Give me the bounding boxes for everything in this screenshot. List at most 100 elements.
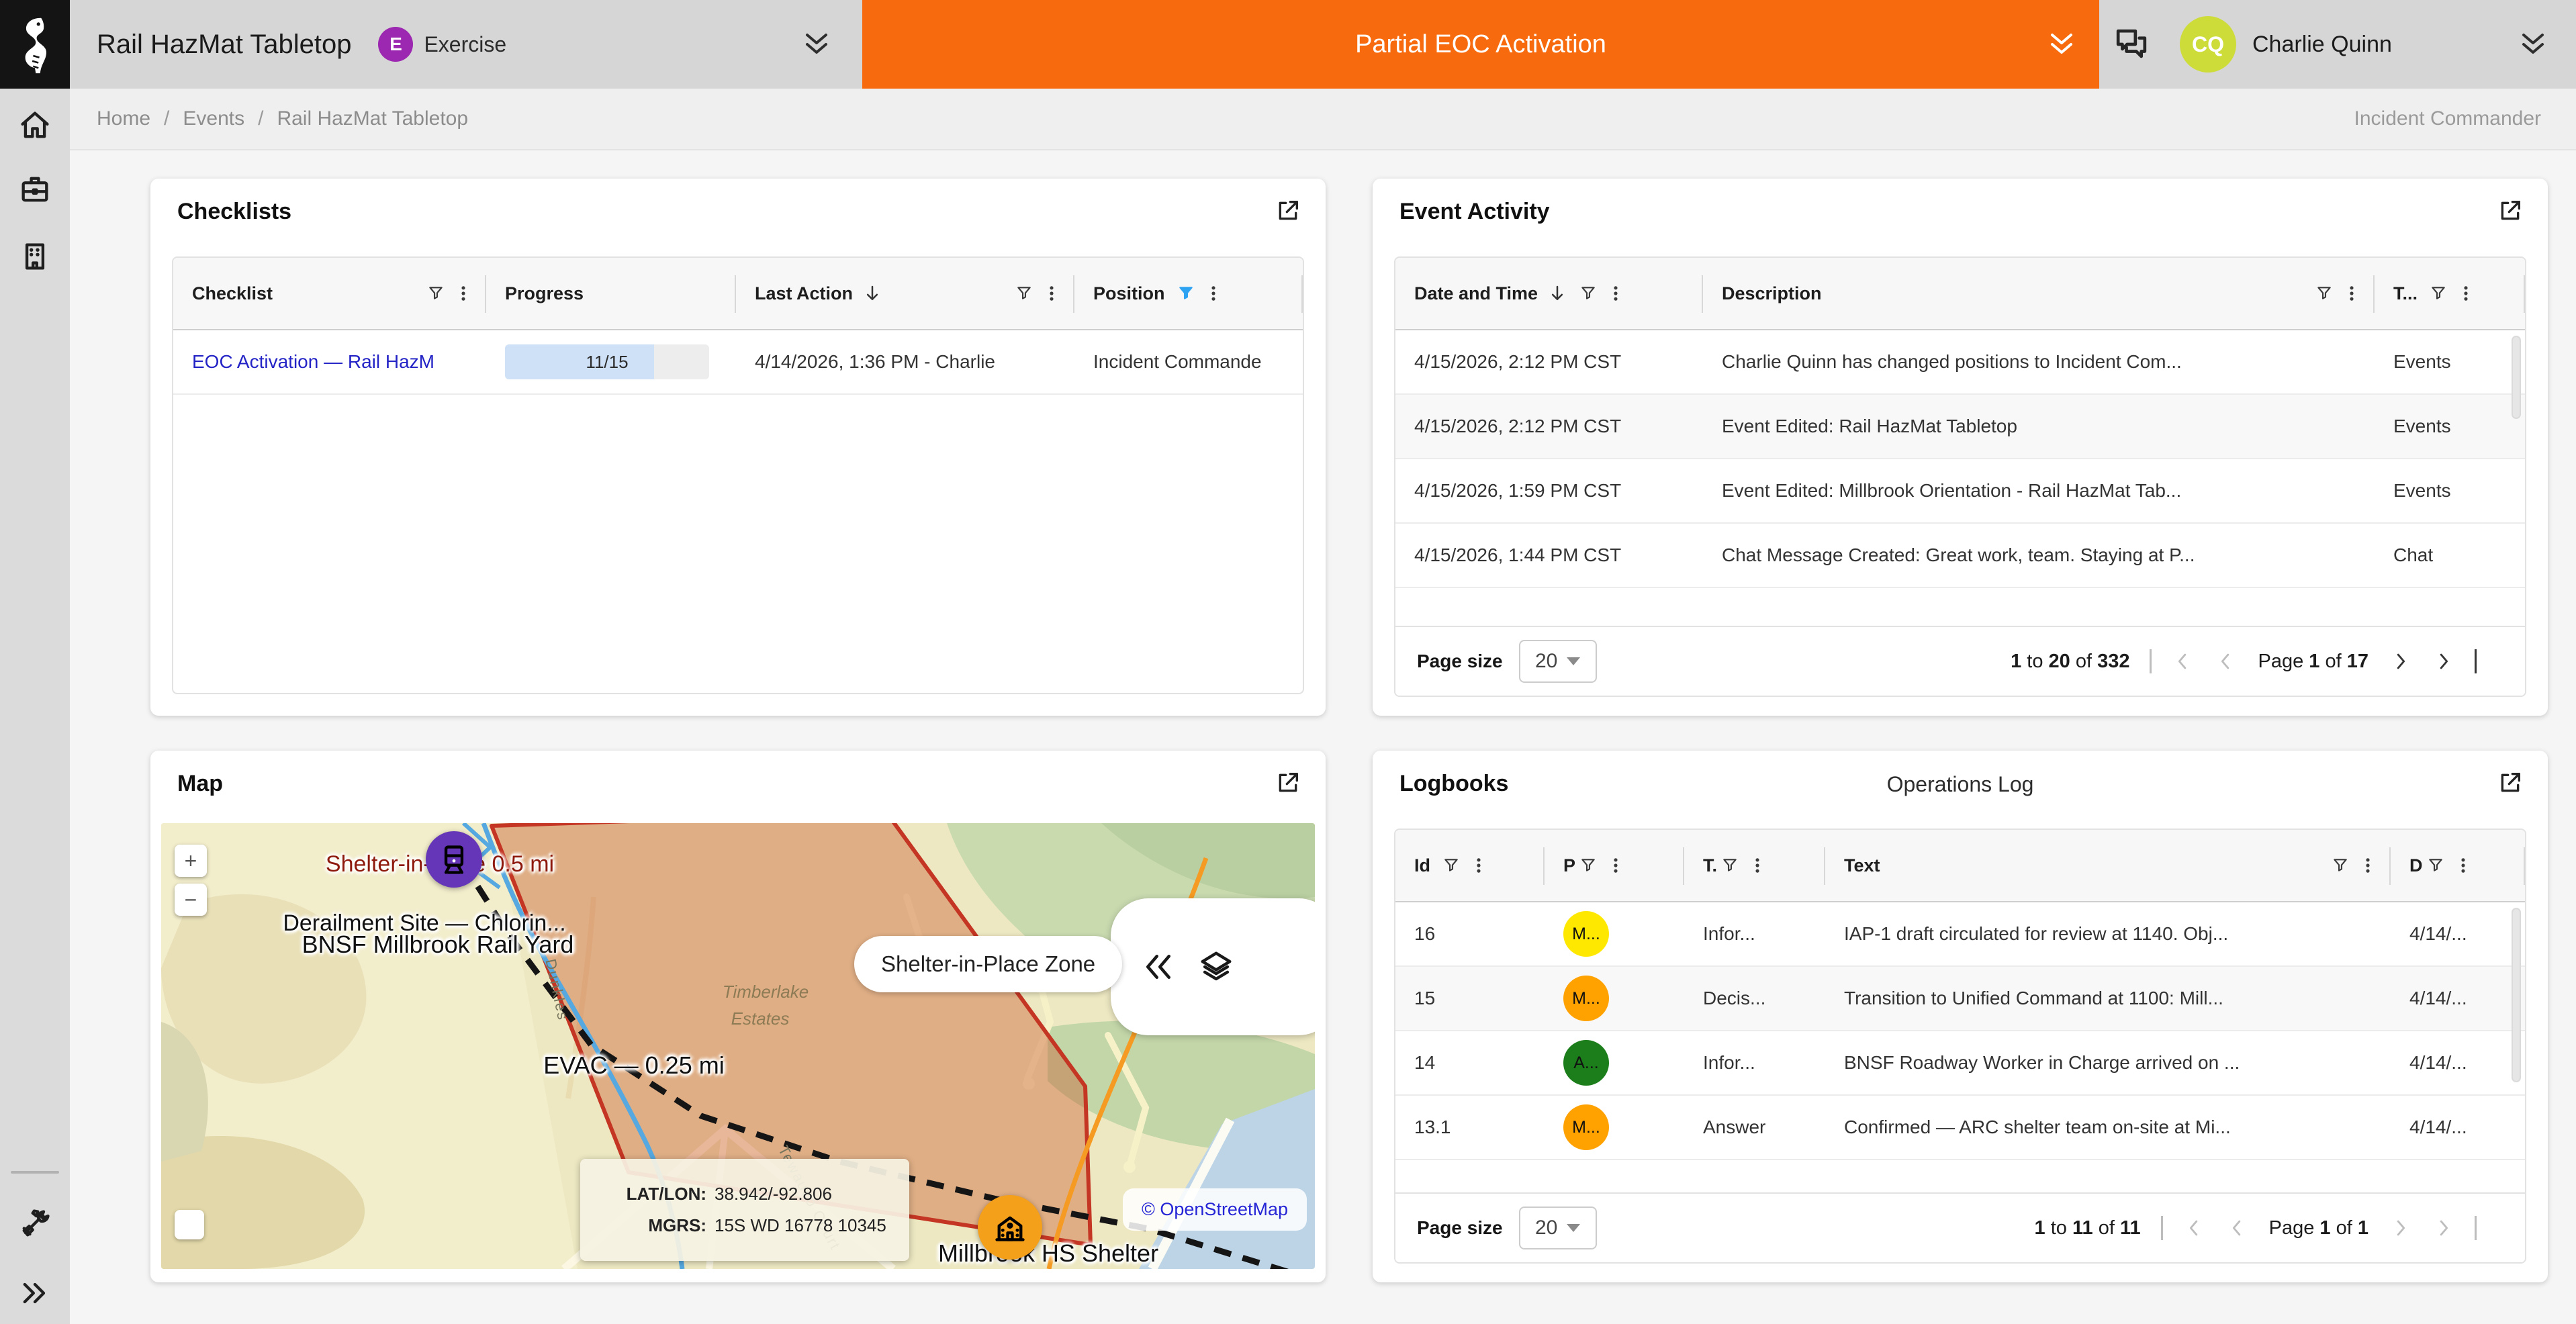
filter-active-icon[interactable]	[1177, 285, 1195, 302]
logbook-row[interactable]: 16 M... Infor... IAP-1 draft circulated …	[1395, 902, 2525, 967]
column-header-date[interactable]: D	[2391, 830, 2525, 901]
shelter-marker[interactable]	[978, 1195, 1042, 1260]
app-logo[interactable]	[0, 0, 70, 89]
column-menu-icon[interactable]	[2454, 856, 2473, 875]
event-row[interactable]: 4/15/2026, 1:59 PM CST Event Edited: Mil…	[1395, 459, 2525, 524]
column-header-type[interactable]: T.	[1684, 830, 1825, 901]
breadcrumb-separator: /	[258, 107, 263, 130]
last-page-icon[interactable]	[2432, 650, 2454, 673]
column-menu-icon[interactable]	[1469, 856, 1488, 875]
column-header-checklist[interactable]: Checklist	[173, 258, 486, 329]
layer-pill-shelter-zone[interactable]: Shelter-in-Place Zone	[854, 936, 1122, 992]
column-menu-icon[interactable]	[1204, 284, 1223, 303]
column-menu-icon[interactable]	[1748, 856, 1767, 875]
osm-attribution[interactable]: © OpenStreetMap	[1123, 1188, 1307, 1231]
log-id: 16	[1395, 923, 1545, 945]
open-checklists-icon[interactable]	[1275, 197, 1301, 224]
checklists-table: Checklist Progress Last Action Position	[172, 256, 1304, 694]
estates-label-line1: Timberlake	[685, 982, 846, 1002]
filter-icon[interactable]	[1015, 285, 1033, 302]
column-menu-icon[interactable]	[454, 284, 473, 303]
tools-icon[interactable]	[17, 1206, 52, 1241]
next-page-icon[interactable]	[2389, 650, 2411, 673]
event-datetime: 4/15/2026, 1:59 PM CST	[1395, 480, 1703, 502]
page-size-select[interactable]: 20	[1519, 1207, 1597, 1249]
filter-icon[interactable]	[2430, 285, 2447, 302]
column-header-description[interactable]: Description	[1703, 258, 2375, 329]
filter-icon[interactable]	[1579, 857, 1597, 874]
layers-icon[interactable]	[1198, 949, 1234, 985]
first-page-icon[interactable]	[2183, 1217, 2206, 1239]
column-header-text[interactable]: Text	[1825, 830, 2391, 901]
coordinates-tooltip: LAT/LON:38.942/-92.806 MGRS:15S WD 16778…	[580, 1159, 909, 1261]
avatar[interactable]: CQ	[2180, 16, 2236, 73]
table-scrollbar[interactable]	[2512, 908, 2521, 1082]
open-map-icon[interactable]	[1275, 769, 1301, 796]
column-header-type[interactable]: T...	[2375, 258, 2525, 329]
event-row[interactable]: 4/15/2026, 2:12 PM CST Charlie Quinn has…	[1395, 330, 2525, 395]
zoom-in-button[interactable]: +	[175, 845, 207, 877]
logbook-row[interactable]: 13.1 M... Answer Confirmed — ARC shelter…	[1395, 1096, 2525, 1160]
banner-chevron-icon[interactable]	[2045, 28, 2078, 60]
sort-desc-icon[interactable]	[1547, 283, 1567, 303]
map-canvas[interactable]: Dunkles Tewauco Court Shelter-in-place 0…	[161, 823, 1315, 1269]
event-row[interactable]: 4/15/2026, 2:12 PM CST Event Edited: Rai…	[1395, 395, 2525, 459]
filter-icon[interactable]	[1721, 857, 1739, 874]
filter-icon[interactable]	[2315, 285, 2333, 302]
row-range-label: 1 to 20 of 332	[2011, 651, 2129, 673]
column-header-datetime[interactable]: Date and Time	[1395, 258, 1703, 329]
breadcrumb-events[interactable]: Events	[183, 107, 244, 130]
last-page-icon[interactable]	[2432, 1217, 2454, 1239]
first-page-icon[interactable]	[2172, 650, 2195, 673]
logbook-row[interactable]: 14 A... Infor... BNSF Roadway Worker in …	[1395, 1031, 2525, 1096]
event-type: Events	[2375, 351, 2525, 373]
prev-page-icon[interactable]	[2226, 1217, 2249, 1239]
filter-icon[interactable]	[2427, 857, 2444, 874]
priority-pill: M...	[1563, 976, 1609, 1021]
chat-icon[interactable]	[2113, 26, 2150, 63]
column-menu-icon[interactable]	[1606, 284, 1625, 303]
last-page-bar	[2475, 1216, 2477, 1240]
column-header-last-action[interactable]: Last Action	[736, 258, 1074, 329]
logbooks-card: Logbooks Operations Log Id P T.	[1373, 751, 2548, 1282]
breadcrumb-home[interactable]: Home	[97, 107, 150, 130]
log-type: Decis...	[1684, 988, 1825, 1009]
checklist-row[interactable]: EOC Activation — Rail HazM 11/15 4/14/20…	[173, 330, 1303, 395]
column-header-priority[interactable]: P	[1545, 830, 1684, 901]
column-header-progress[interactable]: Progress	[486, 258, 736, 329]
filter-icon[interactable]	[427, 285, 445, 302]
column-menu-icon[interactable]	[2342, 284, 2361, 303]
briefcase-icon[interactable]	[17, 172, 52, 207]
filter-icon[interactable]	[1442, 857, 1460, 874]
home-icon[interactable]	[17, 107, 52, 142]
event-row[interactable]: 4/15/2026, 1:44 PM CST Chat Message Crea…	[1395, 524, 2525, 588]
column-menu-icon[interactable]	[2456, 284, 2475, 303]
column-menu-icon[interactable]	[1606, 856, 1625, 875]
column-header-position[interactable]: Position	[1074, 258, 1303, 329]
activation-banner[interactable]: Partial EOC Activation	[862, 0, 2099, 89]
open-logbooks-icon[interactable]	[2497, 769, 2524, 796]
column-menu-icon[interactable]	[2358, 856, 2377, 875]
prev-page-icon[interactable]	[2215, 650, 2238, 673]
zoom-out-button[interactable]: −	[175, 884, 207, 916]
user-area: CQ Charlie Quinn	[2099, 0, 2576, 89]
derailment-marker[interactable]	[426, 831, 482, 888]
column-header-id[interactable]: Id	[1395, 830, 1545, 901]
expand-sidebar-icon[interactable]	[17, 1276, 52, 1311]
collapse-panel-icon[interactable]	[1140, 949, 1177, 985]
page-size-select[interactable]: 20	[1519, 640, 1597, 683]
open-event-activity-icon[interactable]	[2497, 197, 2524, 224]
column-menu-icon[interactable]	[1042, 284, 1061, 303]
map-control-stub[interactable]	[175, 1210, 204, 1239]
filter-icon[interactable]	[1579, 285, 1597, 302]
next-page-icon[interactable]	[2389, 1217, 2411, 1239]
user-menu-chevron-icon[interactable]	[2517, 28, 2549, 60]
mgrs-value: 15S WD 16778 10345	[715, 1215, 886, 1236]
checklist-link[interactable]: EOC Activation — Rail HazM	[192, 351, 434, 372]
building-icon[interactable]	[17, 239, 52, 274]
event-menu-chevron-icon[interactable]	[800, 28, 833, 60]
filter-icon[interactable]	[2332, 857, 2349, 874]
logbook-row[interactable]: 15 M... Decis... Transition to Unified C…	[1395, 967, 2525, 1031]
sort-desc-icon[interactable]	[862, 283, 882, 303]
table-scrollbar[interactable]	[2512, 336, 2521, 419]
